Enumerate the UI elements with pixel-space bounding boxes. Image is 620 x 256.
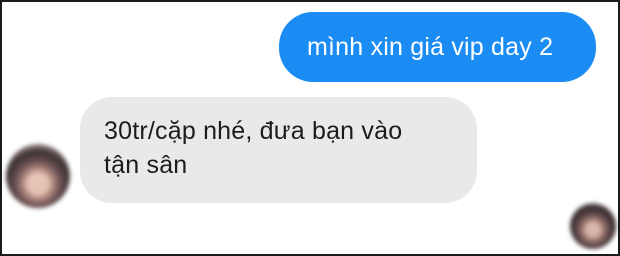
- chat-screenshot: mình xin giá vip day 2 30tr/cặp nhé, đưa…: [0, 0, 620, 256]
- receiver-avatar: [570, 203, 616, 249]
- outgoing-message-bubble: mình xin giá vip day 2: [279, 12, 596, 82]
- sender-avatar: [6, 144, 70, 208]
- incoming-message-bubble: 30tr/cặp nhé, đưa bạn vào tận sân: [80, 97, 477, 203]
